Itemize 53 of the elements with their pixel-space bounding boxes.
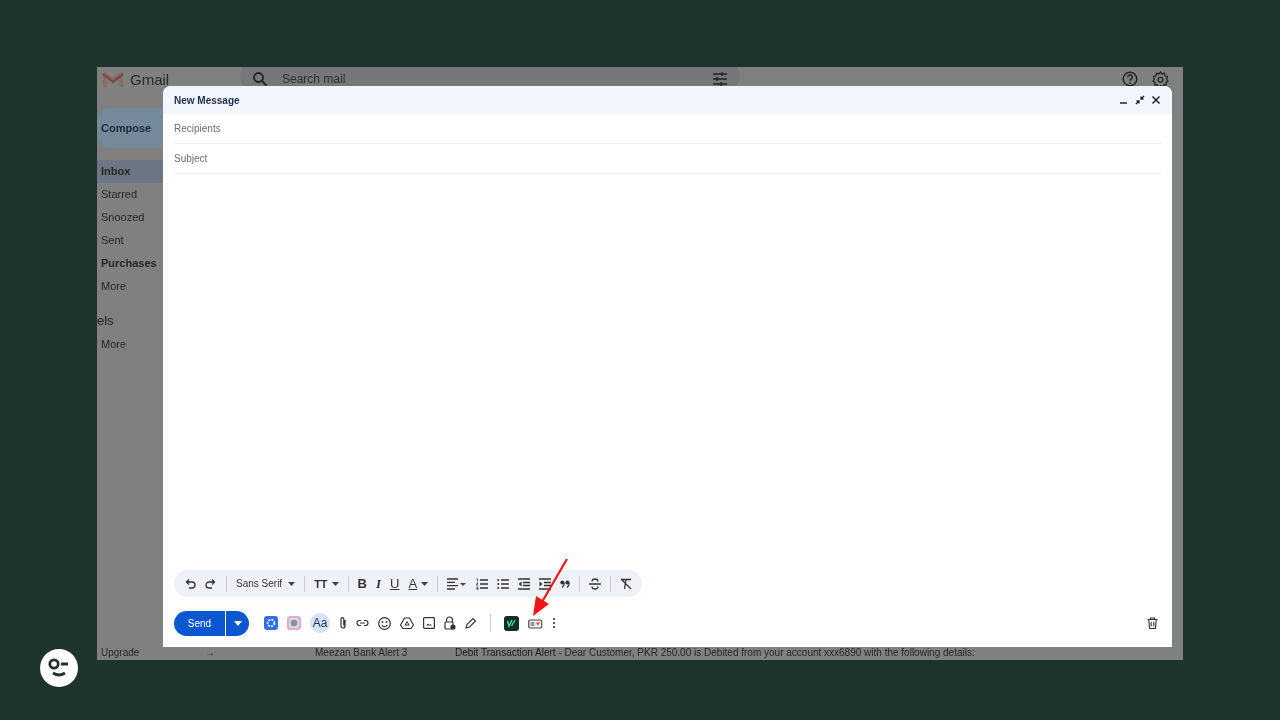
arrow-glyph: →: [205, 647, 216, 658]
delete-icon[interactable]: [1147, 617, 1158, 629]
remove-formatting-icon[interactable]: [620, 577, 633, 590]
text-style-button[interactable]: Aa: [310, 613, 330, 633]
annotation-arrow: [530, 558, 570, 618]
image-icon[interactable]: [423, 617, 435, 629]
text-size-button[interactable]: TT: [314, 577, 339, 590]
format-button[interactable]: A: [408, 576, 429, 591]
collapse-icon[interactable]: [1135, 95, 1145, 105]
send-options-button[interactable]: [226, 610, 249, 636]
format-button[interactable]: B: [357, 576, 367, 591]
logo-icon: [40, 649, 78, 687]
triangle-icon[interactable]: [400, 617, 414, 629]
attachment-icon[interactable]: [339, 616, 347, 630]
upgrade-link[interactable]: Upgrade: [101, 647, 205, 658]
help-icon[interactable]: [1122, 70, 1138, 87]
section-heading: els: [97, 313, 115, 328]
mail-logo-icon: [102, 70, 124, 88]
filter-icon[interactable]: [712, 72, 728, 86]
send-button[interactable]: Send: [174, 610, 225, 636]
settings-icon[interactable]: [1152, 70, 1169, 88]
strikethrough-icon[interactable]: [589, 577, 602, 590]
link-icon[interactable]: [356, 619, 369, 627]
dialog-title: New Message: [174, 94, 240, 106]
search-field[interactable]: Search mail: [280, 71, 700, 87]
app-icon[interactable]: [504, 615, 519, 631]
color-circle-icon[interactable]: [287, 616, 301, 630]
format-button[interactable]: I: [376, 575, 382, 592]
caret-icon: [233, 620, 242, 626]
close-icon[interactable]: [1151, 95, 1161, 105]
indent-less-icon[interactable]: [518, 577, 531, 590]
align-icon[interactable]: [447, 577, 468, 590]
caret-icon: [331, 581, 339, 586]
email-preview: Debit Transaction Alert - Dear Customer, PKR 250.00 is Debited from your account xxx6890 with the following details:: [455, 647, 975, 658]
font-dropdown[interactable]: Sans Serif: [236, 578, 296, 589]
pen-icon[interactable]: [465, 617, 477, 629]
caret-icon: [288, 581, 296, 586]
lock-clock-icon[interactable]: [444, 616, 456, 630]
emoji-icon[interactable]: [378, 616, 391, 630]
more-options-icon[interactable]: [552, 617, 556, 629]
ticket-icon[interactable]: [528, 617, 543, 629]
email-sender: Meezan Bank Alert 3: [315, 647, 409, 658]
search-icon: [252, 71, 268, 87]
redo-icon[interactable]: [205, 577, 217, 590]
bulleted-list-icon[interactable]: [497, 577, 510, 590]
undo-icon[interactable]: [184, 577, 196, 590]
gear-icon[interactable]: [264, 616, 278, 630]
app-name: Gmail: [130, 70, 170, 88]
indent-more-icon[interactable]: [539, 577, 552, 590]
quote-icon[interactable]: [560, 579, 571, 588]
caret-icon: [421, 581, 429, 586]
numbered-list-icon[interactable]: [476, 577, 489, 590]
format-button[interactable]: U: [390, 576, 400, 591]
